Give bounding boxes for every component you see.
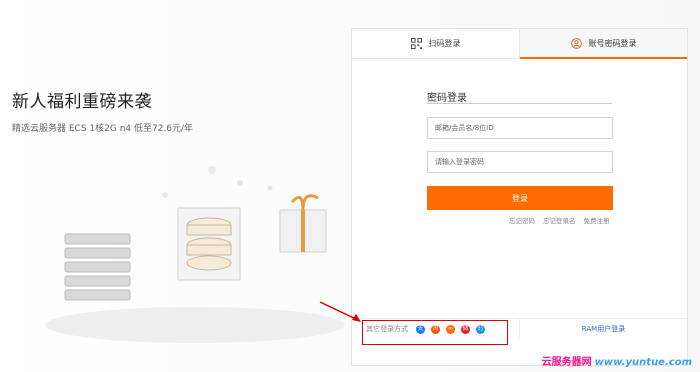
watermark: 云服务器网 www.yuntue.com xyxy=(542,353,692,368)
username-field[interactable] xyxy=(427,117,613,139)
password-field[interactable] xyxy=(427,151,613,173)
tab-password-login[interactable]: 账号密码登录 xyxy=(520,29,687,59)
forgot-password-link[interactable]: 忘记密码 xyxy=(509,215,535,225)
watermark-url: www.yuntue.com xyxy=(594,357,692,368)
password-input[interactable] xyxy=(435,158,605,166)
tab-qr-login-label: 扫码登录 xyxy=(428,39,461,48)
user-icon xyxy=(570,37,582,49)
form-title-divider xyxy=(427,103,612,104)
annotation-highlight-box xyxy=(362,320,508,345)
forgot-username-link[interactable]: 忘记登录名 xyxy=(543,215,576,225)
login-links: 忘记密码 忘记登录名 免费注册 xyxy=(509,215,610,225)
login-button[interactable]: 登录 xyxy=(427,186,613,210)
tab-password-login-label: 账号密码登录 xyxy=(588,38,637,48)
username-input[interactable] xyxy=(435,124,605,132)
ram-user-login-link[interactable]: RAM用户登录 xyxy=(520,319,687,339)
login-panel: 扫码登录 账号密码登录 密码登录 登录 忘记密码 忘记登录名 免费注册 其它登录… xyxy=(351,28,688,366)
login-tabs: 扫码登录 账号密码登录 xyxy=(352,29,687,59)
watermark-site: 云服务器网 xyxy=(541,357,592,368)
hero-subtitle: 精选云服务器 ECS 1核2G n4 低至72.6元/年 xyxy=(12,124,194,134)
annotation-arrow xyxy=(319,301,361,322)
hero-title: 新人福利重磅来袭 xyxy=(12,92,152,112)
register-link[interactable]: 免费注册 xyxy=(584,215,610,225)
promo-illustration xyxy=(45,166,345,343)
tab-qr-login[interactable]: 扫码登录 xyxy=(352,29,520,59)
form-title: 密码登录 xyxy=(427,93,467,104)
qr-code-icon xyxy=(410,38,422,49)
